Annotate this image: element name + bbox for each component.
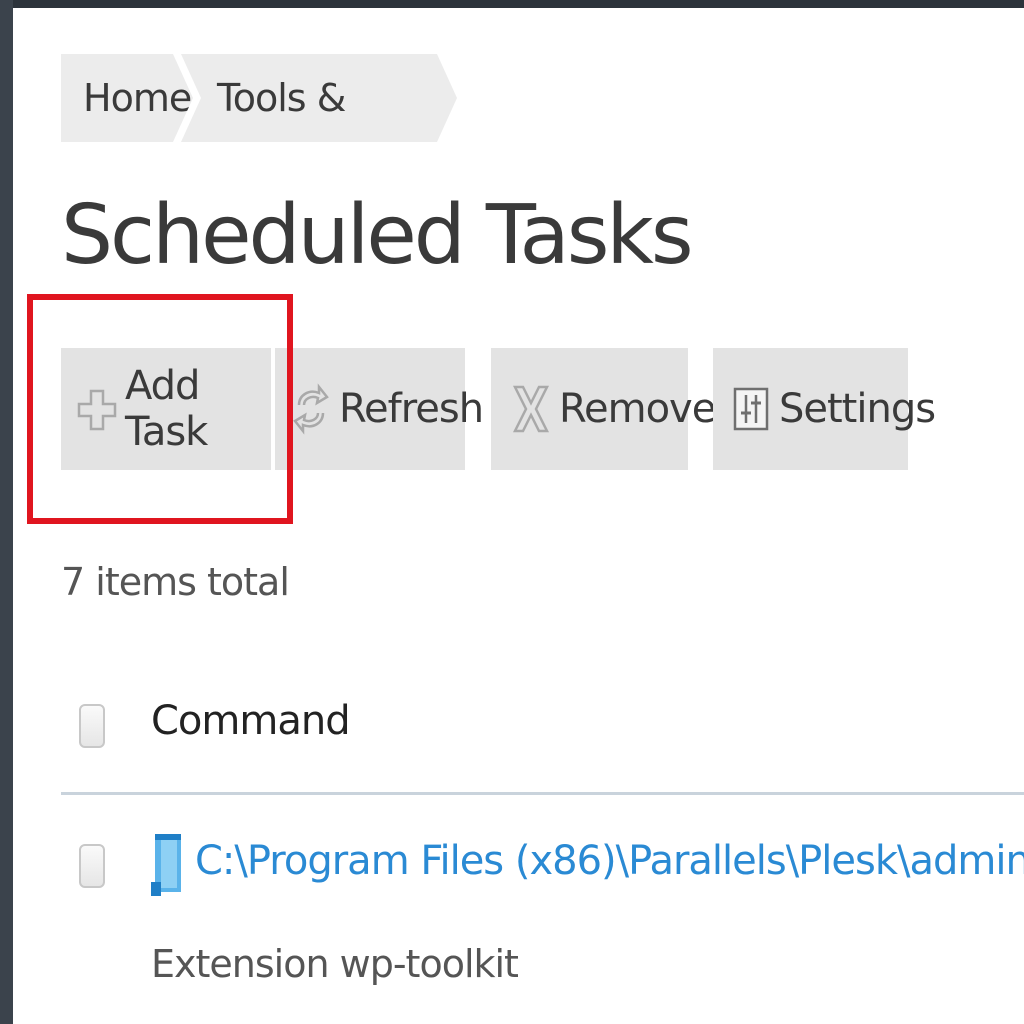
remove-button[interactable]: Remove [491, 348, 716, 470]
settings-label: Settings [779, 386, 936, 432]
page-title: Scheduled Tasks [61, 188, 694, 283]
main-content-panel: Home Tools & Settings Scheduled Tasks Ad… [13, 8, 1024, 1024]
breadcrumb-tools-settings[interactable]: Tools & Settings [181, 54, 457, 142]
task-command-link[interactable]: C:\Program Files (x86)\Parallels\Plesk\a… [195, 838, 1024, 884]
script-file-icon [149, 828, 185, 900]
table-divider [61, 792, 1024, 795]
add-task-label: Add Task [125, 363, 208, 455]
row-checkbox[interactable] [79, 844, 105, 888]
add-task-button[interactable]: Add Task [61, 348, 271, 470]
task-description: Extension wp-toolkit [151, 942, 519, 986]
refresh-label: Refresh [339, 386, 484, 432]
refresh-icon [291, 377, 331, 441]
remove-label: Remove [559, 386, 716, 432]
settings-sliders-icon [731, 377, 771, 441]
settings-button[interactable]: Settings [713, 348, 936, 470]
items-total-count: 7 items total [61, 560, 290, 604]
select-all-checkbox[interactable] [79, 704, 105, 748]
window-top-edge [0, 0, 1024, 8]
refresh-button[interactable]: Refresh [275, 348, 484, 470]
left-sidebar-edge [0, 0, 13, 1024]
column-header-command[interactable]: Command [151, 698, 351, 744]
remove-x-icon [511, 377, 551, 441]
plus-icon [77, 377, 117, 441]
breadcrumb-home[interactable]: Home [61, 54, 193, 142]
